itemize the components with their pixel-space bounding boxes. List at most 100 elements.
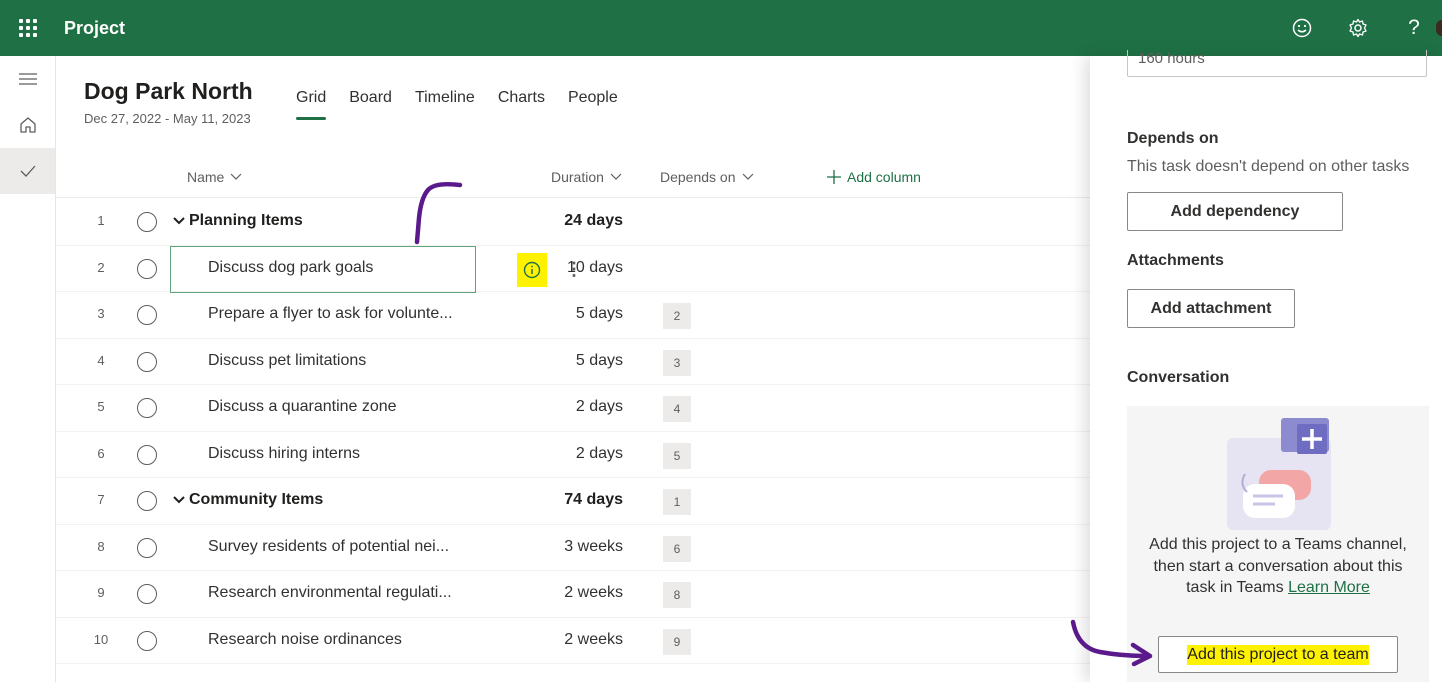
- task-row[interactable]: 3 Prepare a flyer to ask for volunte... 5 …: [56, 292, 1090, 339]
- task-row[interactable]: 5 Discuss a quarantine zone 2 days 4: [56, 385, 1090, 432]
- nav-my-tasks[interactable]: [0, 148, 55, 194]
- duration-cell[interactable]: 5 days: [516, 352, 623, 370]
- settings-button[interactable]: [1330, 0, 1386, 56]
- column-depends-label: Depends on: [660, 169, 736, 185]
- task-row[interactable]: 4 Discuss pet limitations 5 days 3: [56, 339, 1090, 385]
- task-name[interactable]: Prepare a flyer to ask for volunte...: [208, 305, 453, 323]
- complete-task-checkbox[interactable]: [137, 258, 157, 279]
- collapse-nav-button[interactable]: [0, 56, 55, 102]
- home-icon: [19, 117, 36, 133]
- task-name[interactable]: Discuss hiring interns: [208, 445, 360, 463]
- task-name[interactable]: Discuss a quarantine zone: [208, 398, 397, 416]
- row-number: 10: [93, 631, 109, 647]
- complete-task-checkbox[interactable]: [137, 351, 157, 372]
- tab-timeline[interactable]: Timeline: [415, 89, 475, 107]
- row-number: 8: [97, 538, 105, 554]
- tab-grid[interactable]: Grid: [296, 89, 327, 120]
- complete-task-checkbox[interactable]: [137, 212, 157, 232]
- complete-task-checkbox[interactable]: [137, 584, 157, 604]
- column-header-name[interactable]: Name: [187, 169, 242, 185]
- duration-cell[interactable]: 2 days: [516, 445, 623, 463]
- complete-task-checkbox[interactable]: [137, 491, 157, 511]
- settings-gear-icon: [1349, 18, 1367, 38]
- project-title[interactable]: Dog Park North: [84, 78, 253, 105]
- group-name-text: Community Items: [189, 491, 324, 508]
- depends-on-chip[interactable]: 9: [663, 628, 691, 655]
- app-title[interactable]: Project: [64, 18, 125, 39]
- chevron-down-icon: [742, 173, 753, 180]
- duration-cell[interactable]: 3 weeks: [516, 538, 623, 556]
- depends-on-text: This task doesn't depend on other tasks: [1127, 158, 1410, 175]
- task-row[interactable]: 6 Discuss hiring interns 2 days 5: [56, 432, 1090, 478]
- effort-input[interactable]: 160 hours: [1127, 50, 1427, 77]
- app-launcher-button[interactable]: [0, 0, 56, 56]
- task-row[interactable]: 9 Research environmental regulati... 2 wee…: [56, 571, 1090, 618]
- duration-cell[interactable]: 2 weeks: [516, 631, 623, 649]
- conversation-text-block: Add this project to a Teams channel, the…: [1127, 534, 1429, 599]
- duration-cell[interactable]: 74 days: [516, 491, 623, 509]
- task-grid: 1 Planning Items 24 days 2 ⋮ Discuss dog park…: [56, 199, 1090, 664]
- add-attachment-button[interactable]: Add attachment: [1127, 289, 1295, 328]
- duration-cell[interactable]: 2 weeks: [516, 584, 623, 602]
- tab-charts[interactable]: Charts: [498, 89, 545, 107]
- chevron-down-icon: [230, 173, 242, 180]
- group-name[interactable]: Community Items: [173, 491, 323, 509]
- complete-task-checkbox[interactable]: [137, 305, 157, 325]
- task-name[interactable]: Survey residents of potential nei...: [208, 538, 449, 556]
- teams-conversation-illustration-icon: [1227, 418, 1331, 530]
- duration-cell[interactable]: 2 days: [516, 398, 623, 416]
- chevron-down-icon[interactable]: [173, 212, 185, 230]
- duration-cell[interactable]: 10 days: [516, 259, 623, 277]
- column-duration-label: Duration: [551, 169, 604, 185]
- duration-cell[interactable]: 5 days: [516, 305, 623, 323]
- add-column-label: Add column: [847, 169, 921, 185]
- depends-on-chip[interactable]: 2: [663, 303, 691, 329]
- group-name[interactable]: Planning Items: [173, 212, 303, 230]
- complete-task-checkbox[interactable]: [137, 398, 157, 418]
- help-button[interactable]: ?: [1386, 0, 1442, 56]
- avatar[interactable]: [1436, 20, 1442, 36]
- chevron-down-icon: [610, 173, 622, 180]
- depends-on-chip[interactable]: 1: [663, 489, 691, 515]
- task-name[interactable]: Discuss dog park goals: [208, 259, 373, 277]
- add-dependency-button[interactable]: Add dependency: [1127, 192, 1343, 231]
- task-row[interactable]: 10 Research noise ordinances 2 weeks 9: [56, 618, 1090, 664]
- task-name[interactable]: Discuss pet limitations: [208, 352, 366, 370]
- nav-home[interactable]: [0, 102, 55, 148]
- task-row[interactable]: 8 Survey residents of potential nei... 3 w…: [56, 525, 1090, 571]
- depends-on-chip[interactable]: 5: [663, 442, 691, 469]
- complete-task-checkbox[interactable]: [137, 444, 157, 465]
- duration-cell[interactable]: 24 days: [516, 212, 623, 230]
- app-launcher-icon: [19, 19, 37, 37]
- column-header-depends-on[interactable]: Depends on: [660, 169, 754, 185]
- task-details-panel: 160 hours Depends on This task doesn't d…: [1090, 50, 1442, 682]
- tab-board[interactable]: Board: [349, 89, 392, 107]
- depends-on-chip[interactable]: 6: [663, 535, 691, 562]
- complete-task-checkbox[interactable]: [137, 537, 157, 558]
- row-number: 5: [97, 399, 105, 414]
- group-row[interactable]: 7 Community Items 74 days 1: [56, 478, 1090, 525]
- task-name[interactable]: Research environmental regulati...: [208, 584, 452, 602]
- add-project-to-team-button[interactable]: Add this project to a team: [1158, 636, 1398, 673]
- add-column-button[interactable]: Add column: [827, 169, 921, 185]
- depends-on-heading: Depends on: [1127, 130, 1219, 147]
- learn-more-link[interactable]: Learn More: [1288, 579, 1370, 596]
- help-icon: ?: [1408, 16, 1420, 39]
- depends-on-chip[interactable]: 3: [663, 349, 691, 376]
- task-name[interactable]: Research noise ordinances: [208, 631, 402, 649]
- row-number: 7: [97, 492, 105, 507]
- left-navigation-rail: [0, 56, 56, 682]
- column-header-duration[interactable]: Duration: [551, 169, 622, 185]
- complete-task-checkbox[interactable]: [137, 630, 157, 651]
- depends-on-chip[interactable]: 8: [663, 582, 691, 608]
- chevron-down-icon[interactable]: [173, 491, 185, 509]
- add-project-to-team-label: Add this project to a team: [1187, 644, 1369, 665]
- depends-on-chip[interactable]: 4: [663, 396, 691, 422]
- feedback-button[interactable]: [1274, 0, 1330, 56]
- group-row[interactable]: 1 Planning Items 24 days: [56, 199, 1090, 246]
- row-number: 1: [97, 213, 105, 228]
- task-row[interactable]: 2 ⋮ Discuss dog park goals 10 days: [56, 245, 1090, 293]
- attachments-heading: Attachments: [1127, 252, 1224, 269]
- tab-people[interactable]: People: [568, 89, 618, 107]
- plus-icon: [827, 170, 841, 184]
